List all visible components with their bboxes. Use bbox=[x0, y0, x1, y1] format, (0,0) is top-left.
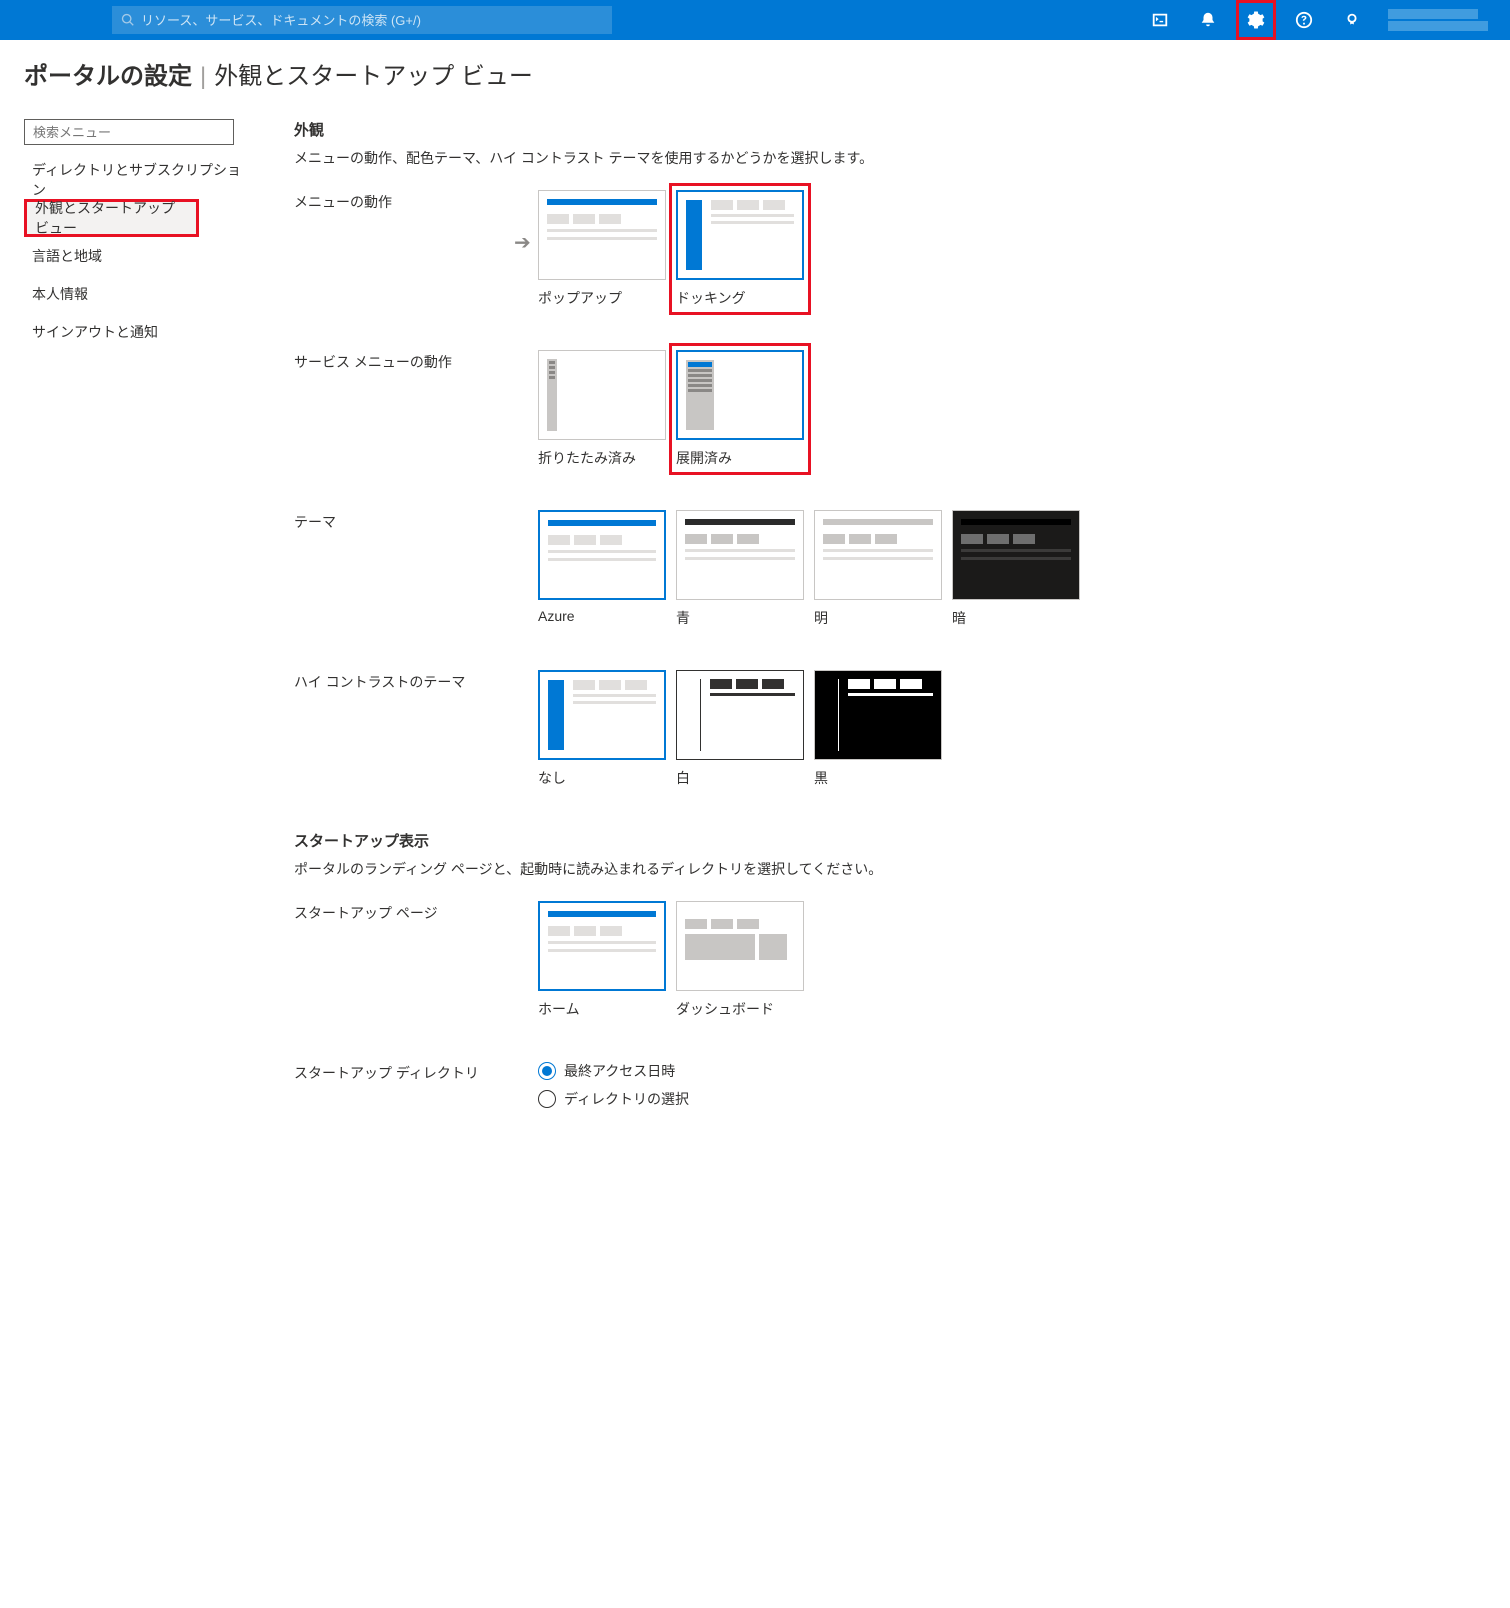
startup-page-home[interactable] bbox=[538, 901, 666, 991]
menu-behavior-label: メニューの動作 bbox=[294, 190, 538, 308]
theme-light-label: 明 bbox=[814, 608, 942, 628]
theme-dark-label: 暗 bbox=[952, 608, 1080, 628]
sidebar-search-input[interactable] bbox=[24, 119, 234, 145]
theme-dark[interactable] bbox=[952, 510, 1080, 600]
cloud-shell-icon[interactable] bbox=[1140, 0, 1180, 40]
user-account[interactable] bbox=[1388, 4, 1498, 36]
menu-behavior-flyout[interactable] bbox=[538, 190, 666, 280]
startup-dir-select[interactable]: ディレクトリの選択 bbox=[538, 1089, 689, 1109]
contrast-none-label: なし bbox=[538, 768, 666, 788]
arrow-right-icon: ➔ bbox=[514, 230, 531, 255]
theme-label: テーマ bbox=[294, 510, 538, 628]
contrast-label: ハイ コントラストのテーマ bbox=[294, 670, 538, 788]
page-title: ポータルの設定|外観とスタートアップ ビュー bbox=[24, 56, 1486, 91]
theme-azure[interactable] bbox=[538, 510, 666, 600]
startup-page-home-label: ホーム bbox=[538, 999, 666, 1019]
feedback-icon[interactable] bbox=[1332, 0, 1372, 40]
theme-azure-label: Azure bbox=[538, 608, 666, 624]
service-menu-collapsed[interactable] bbox=[538, 350, 666, 440]
contrast-black[interactable] bbox=[814, 670, 942, 760]
service-menu-label: サービス メニューの動作 bbox=[294, 350, 538, 468]
startup-page-label: スタートアップ ページ bbox=[294, 901, 538, 1019]
settings-sidebar: ディレクトリとサブスクリプション 外観とスタートアップ ビュー 言語と地域 本人… bbox=[24, 119, 254, 1151]
menu-behavior-docked-label: ドッキング bbox=[676, 288, 804, 308]
top-bar bbox=[0, 0, 1510, 40]
theme-blue-label: 青 bbox=[676, 608, 804, 628]
notifications-icon[interactable] bbox=[1188, 0, 1228, 40]
menu-behavior-flyout-label: ポップアップ bbox=[538, 288, 666, 308]
global-search[interactable] bbox=[112, 6, 612, 34]
startup-heading: スタートアップ表示 bbox=[294, 830, 1486, 851]
global-search-input[interactable] bbox=[141, 13, 603, 28]
sidebar-item-directories[interactable]: ディレクトリとサブスクリプション bbox=[24, 161, 254, 199]
search-icon bbox=[121, 13, 135, 27]
menu-behavior-docked[interactable] bbox=[676, 190, 804, 280]
service-menu-expanded[interactable] bbox=[676, 350, 804, 440]
sidebar-item-myinfo[interactable]: 本人情報 bbox=[24, 275, 254, 313]
appearance-heading: 外観 bbox=[294, 119, 1486, 140]
settings-icon[interactable] bbox=[1236, 0, 1276, 40]
sidebar-item-appearance[interactable]: 外観とスタートアップ ビュー bbox=[24, 199, 199, 237]
contrast-white[interactable] bbox=[676, 670, 804, 760]
theme-light[interactable] bbox=[814, 510, 942, 600]
contrast-white-label: 白 bbox=[676, 768, 804, 788]
startup-dir-label: スタートアップ ディレクトリ bbox=[294, 1061, 538, 1109]
startup-page-dashboard[interactable] bbox=[676, 901, 804, 991]
help-icon[interactable] bbox=[1284, 0, 1324, 40]
service-menu-collapsed-label: 折りたたみ済み bbox=[538, 448, 666, 468]
startup-dir-last[interactable]: 最終アクセス日時 bbox=[538, 1061, 689, 1081]
contrast-black-label: 黒 bbox=[814, 768, 942, 788]
startup-desc: ポータルのランディング ページと、起動時に読み込まれるディレクトリを選択してくだ… bbox=[294, 859, 1486, 879]
theme-blue[interactable] bbox=[676, 510, 804, 600]
service-menu-expanded-label: 展開済み bbox=[676, 448, 804, 468]
sidebar-item-signout[interactable]: サインアウトと通知 bbox=[24, 313, 254, 351]
contrast-none[interactable] bbox=[538, 670, 666, 760]
sidebar-item-language[interactable]: 言語と地域 bbox=[24, 237, 254, 275]
startup-page-dashboard-label: ダッシュボード bbox=[676, 999, 804, 1019]
appearance-desc: メニューの動作、配色テーマ、ハイ コントラスト テーマを使用するかどうかを選択し… bbox=[294, 148, 1486, 168]
